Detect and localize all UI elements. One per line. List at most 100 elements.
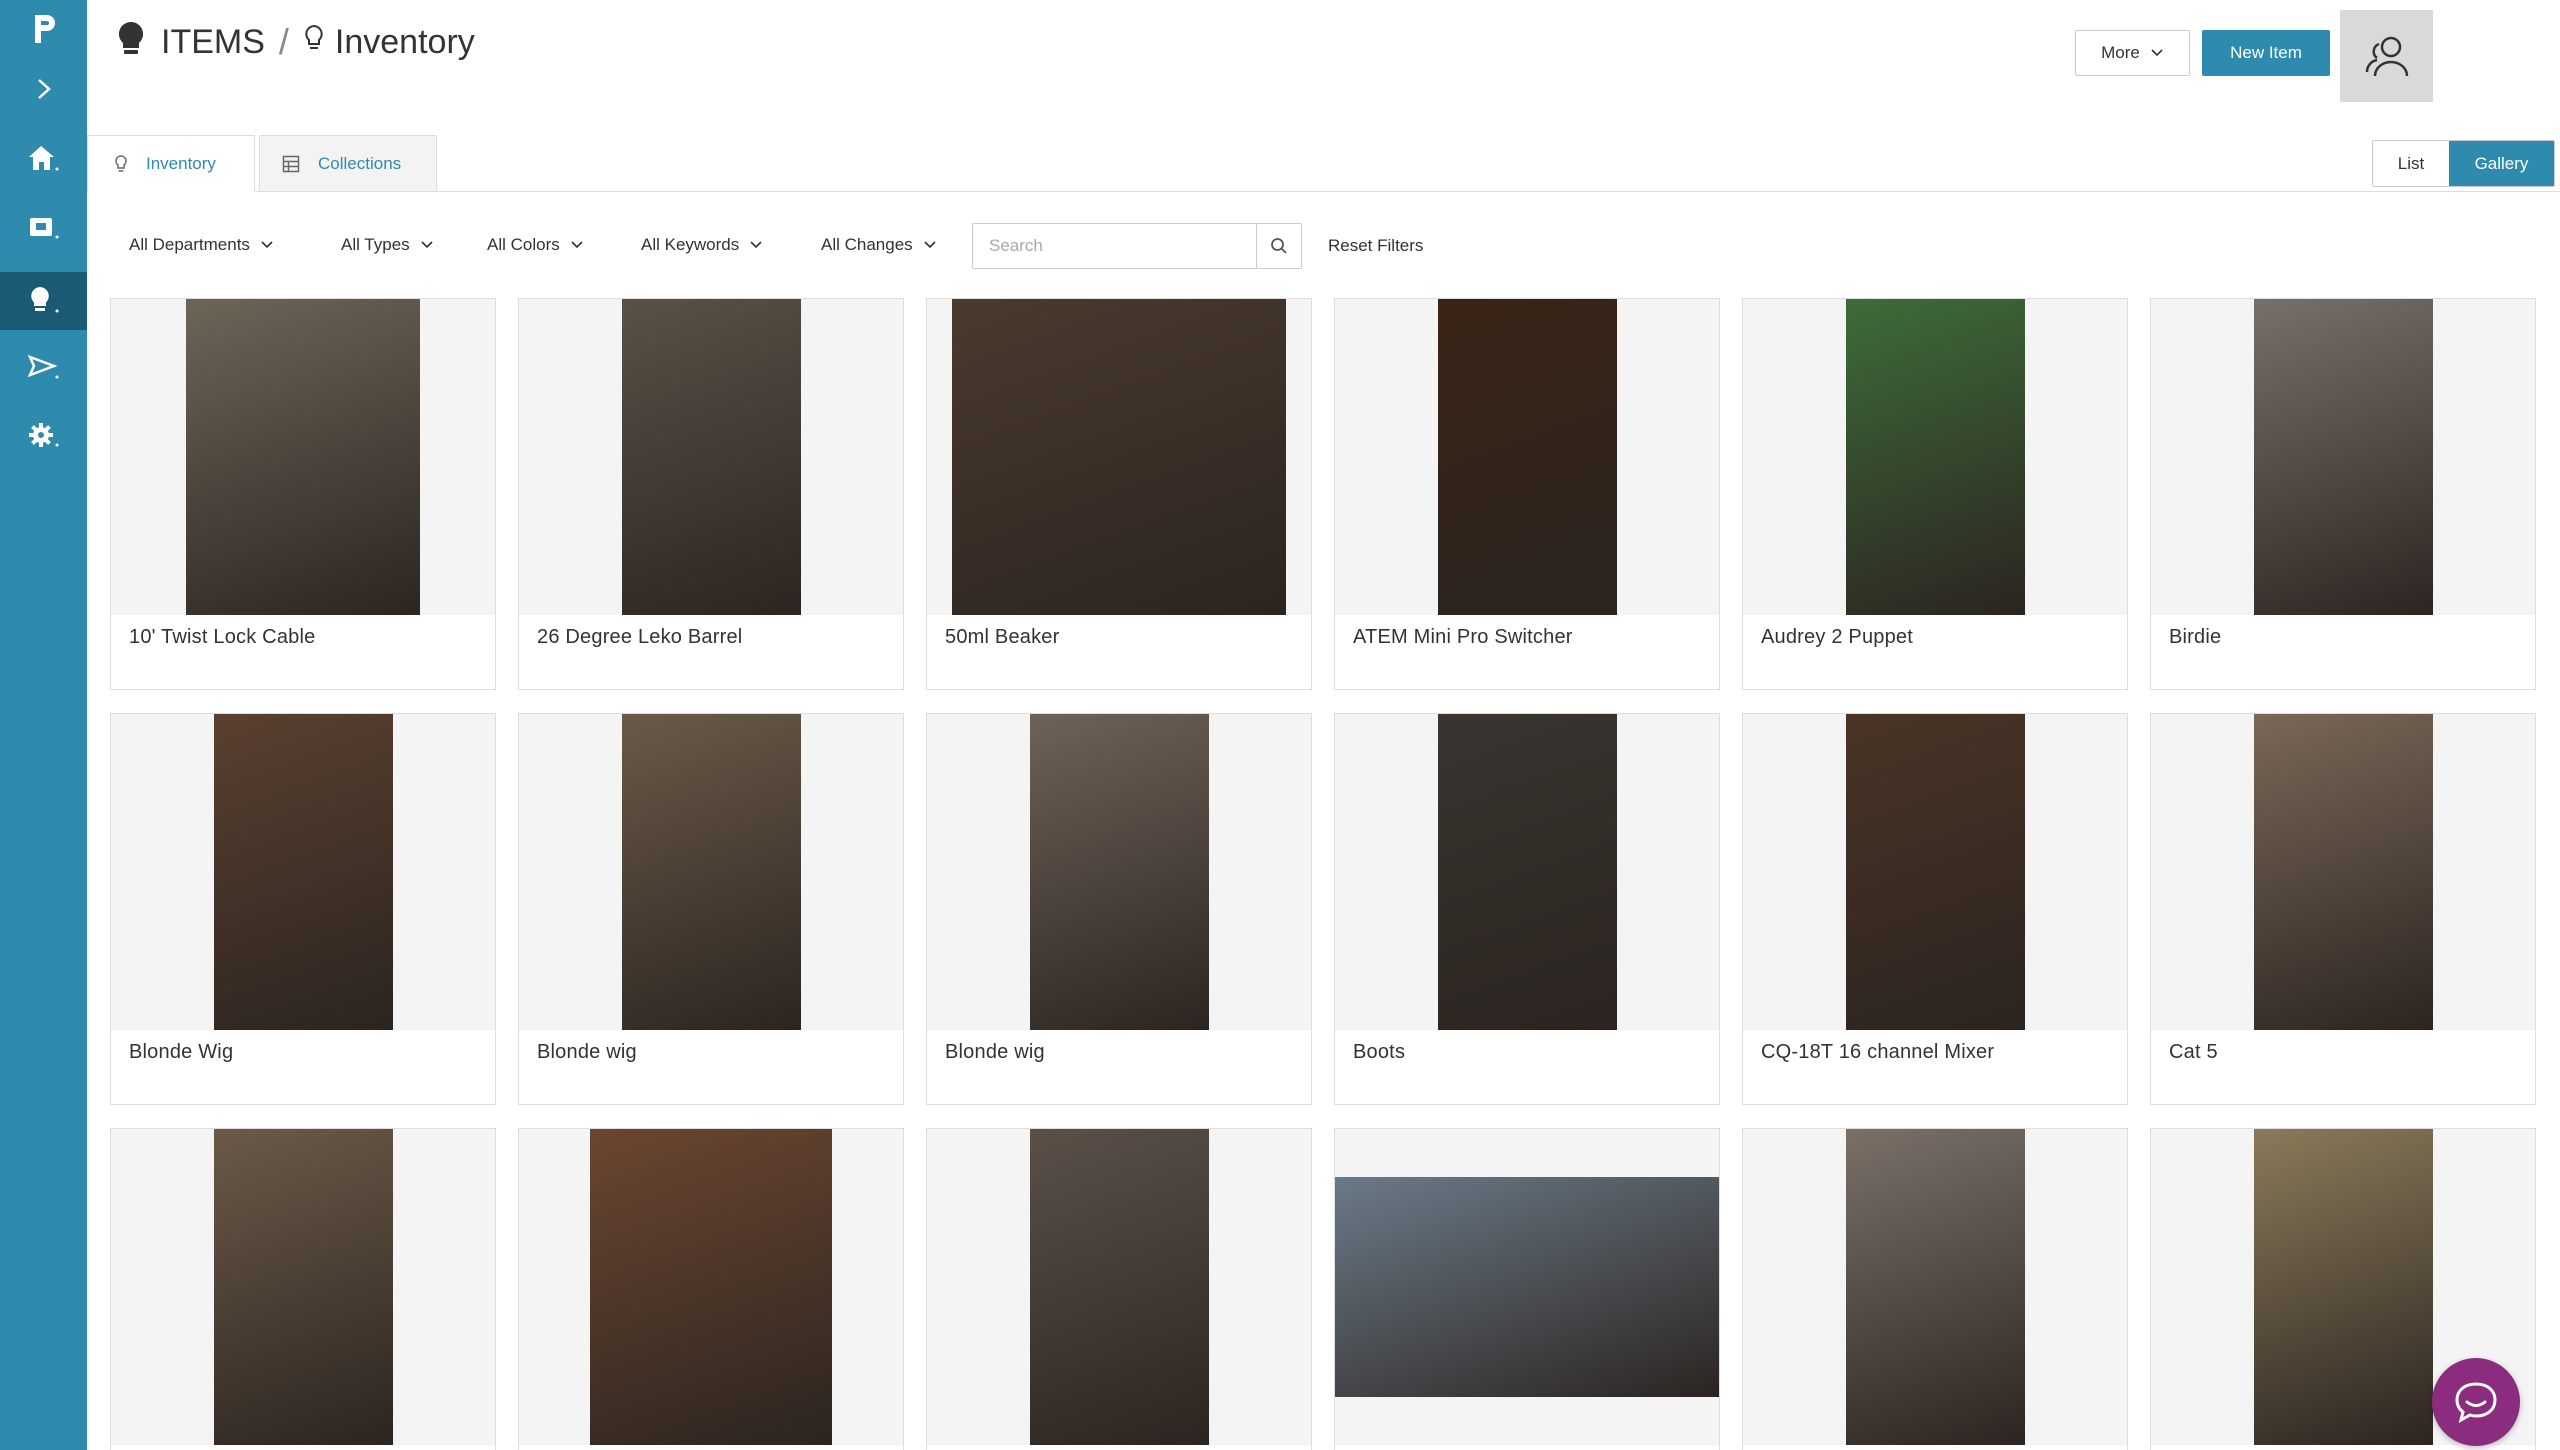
item-card[interactable]: Audrey 2 Puppet (1742, 298, 2128, 690)
item-image-frame (111, 1129, 495, 1445)
item-photo (590, 1129, 832, 1445)
breadcrumb-section[interactable]: ITEMS (161, 23, 265, 62)
page-title: Inventory (334, 22, 475, 61)
item-photo (622, 299, 801, 615)
color-filter[interactable]: All Colors (487, 220, 584, 270)
chevron-right-icon[interactable] (0, 60, 87, 118)
item-card[interactable]: CQ-18T 16 channel Mixer (1742, 713, 2128, 1105)
gear-icon[interactable] (0, 406, 87, 464)
item-photo (1846, 299, 2025, 615)
new-item-button[interactable]: New Item (2202, 30, 2330, 76)
item-name: ATEM Mini Pro Switcher (1353, 626, 1573, 648)
item-photo (2254, 299, 2433, 615)
item-photo (2254, 1129, 2433, 1445)
changes-filter[interactable]: All Changes (821, 220, 937, 270)
item-name: 26 Degree Leko Barrel (537, 626, 743, 648)
item-image-frame (111, 299, 495, 615)
chat-widget-button[interactable] (2432, 1358, 2520, 1446)
search-button[interactable] (1256, 224, 1301, 268)
item-photo (1438, 299, 1617, 615)
item-photo (1030, 1129, 1209, 1445)
item-name: Blonde Wig (129, 1041, 234, 1063)
lightbulb-outline-icon (303, 23, 325, 62)
chevron-down-icon (924, 241, 936, 249)
item-photo (1846, 714, 2025, 1030)
reset-filters-button[interactable]: Reset Filters (1328, 223, 1423, 269)
chat-icon (2455, 1382, 2497, 1423)
item-photo (214, 1129, 393, 1445)
more-dropdown-button[interactable]: More (2075, 30, 2190, 76)
item-name: Boots (1353, 1041, 1406, 1063)
user-group-icon (2365, 36, 2408, 77)
lightbulb-icon (117, 20, 145, 65)
item-image-frame (1743, 299, 2127, 615)
item-name (1335, 1445, 1719, 1450)
item-image-frame (1743, 1129, 2127, 1445)
item-image-frame (927, 714, 1311, 1030)
item-name (111, 1445, 495, 1450)
item-image-frame (1335, 714, 1719, 1030)
id-card-icon[interactable] (0, 198, 87, 256)
item-card[interactable] (110, 1128, 496, 1450)
item-image-frame (111, 714, 495, 1030)
item-image-frame (927, 1129, 1311, 1445)
search-icon (1271, 238, 1287, 254)
item-photo (952, 299, 1286, 615)
item-image-frame (2151, 299, 2535, 615)
item-image-frame (2151, 714, 2535, 1030)
item-name: Blonde wig (945, 1041, 1045, 1063)
item-card[interactable] (1334, 1128, 1720, 1450)
breadcrumb-separator: / (278, 21, 289, 62)
logo-icon[interactable] (0, 0, 87, 58)
item-card[interactable] (518, 1128, 904, 1450)
tab-inventory-label: Inventory (146, 153, 216, 173)
type-filter-label: All Types (341, 235, 410, 254)
lightbulb-outline-icon (115, 154, 127, 172)
item-name: Blonde wig (537, 1041, 637, 1063)
item-image-frame (1743, 714, 2127, 1030)
item-photo (1030, 714, 1209, 1030)
item-card[interactable]: 50ml Beaker (926, 298, 1312, 690)
item-name (519, 1445, 903, 1450)
lightbulb-icon[interactable] (0, 272, 87, 330)
item-name: Audrey 2 Puppet (1761, 626, 1913, 648)
item-card[interactable]: Birdie (2150, 298, 2536, 690)
search-input[interactable] (973, 224, 1257, 268)
item-card[interactable]: Blonde Wig (110, 713, 496, 1105)
item-photo (1846, 1129, 2025, 1445)
keyword-filter-label: All Keywords (641, 235, 740, 254)
breadcrumb: ITEMS / Inventory (117, 18, 475, 66)
home-icon[interactable] (0, 130, 87, 188)
item-image-frame (519, 714, 903, 1030)
item-card[interactable]: Cat 5 (2150, 713, 2536, 1105)
list-view-button[interactable]: List (2373, 141, 2449, 186)
item-card[interactable]: 10' Twist Lock Cable (110, 298, 496, 690)
item-card[interactable] (1742, 1128, 2128, 1450)
department-filter-label: All Departments (129, 235, 250, 254)
item-card[interactable] (926, 1128, 1312, 1450)
department-filter[interactable]: All Departments (129, 220, 274, 270)
tab-collections-label: Collections (318, 153, 402, 173)
keyword-filter[interactable]: All Keywords (641, 220, 763, 270)
item-card[interactable]: 26 Degree Leko Barrel (518, 298, 904, 690)
item-card[interactable]: ATEM Mini Pro Switcher (1334, 298, 1720, 690)
item-image-frame (519, 1129, 903, 1445)
tab-collections[interactable]: Collections (259, 135, 437, 192)
gallery-view-button[interactable]: Gallery (2449, 141, 2554, 186)
item-photo (186, 299, 420, 615)
item-name: 50ml Beaker (945, 626, 1060, 648)
item-card[interactable]: Blonde wig (518, 713, 904, 1105)
chevron-down-icon (421, 241, 433, 249)
item-card[interactable]: Blonde wig (926, 713, 1312, 1105)
item-image-frame (1335, 1129, 1719, 1445)
item-name: 10' Twist Lock Cable (129, 626, 316, 648)
view-toggle: List Gallery (2372, 140, 2555, 187)
item-photo (1335, 1177, 1719, 1397)
tab-inventory[interactable]: Inventory (87, 135, 255, 192)
item-card[interactable]: Boots (1334, 713, 1720, 1105)
item-name: CQ-18T 16 channel Mixer (1761, 1041, 1995, 1063)
send-icon[interactable] (0, 338, 87, 396)
type-filter[interactable]: All Types (341, 220, 434, 270)
item-photo (2254, 714, 2433, 1030)
avatar[interactable] (2340, 10, 2433, 102)
